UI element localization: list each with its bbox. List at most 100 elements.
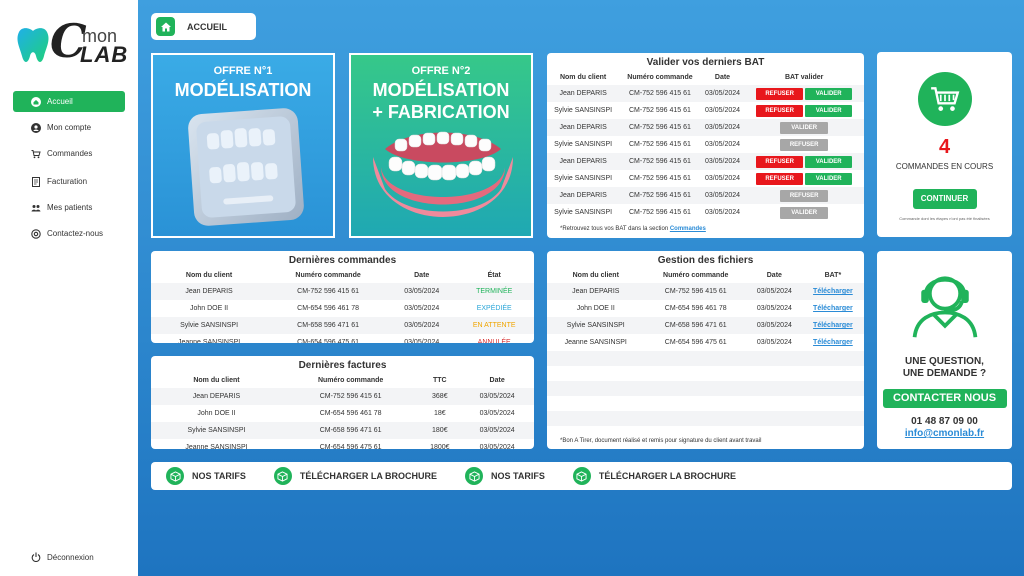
table-cell: CM-654 596 461 78 [297,305,360,312]
download-cell: Télécharger [802,334,864,351]
download-link[interactable]: Télécharger [813,339,853,346]
table-cell: Sylvie SANSINSPI [554,209,613,216]
home-breadcrumb[interactable]: ACCUEIL [151,13,256,40]
table-cell: 03/05/2024 [746,283,802,300]
contact-email[interactable]: info@cmonlab.fr [877,428,1012,439]
bat-note-link[interactable]: Commandes [670,226,706,232]
table-row: Sylvie SANSINSPI CM-752 596 415 61 03/05/2… [547,204,864,221]
box-icon [572,467,591,485]
column-header: BAT valider [784,74,824,81]
download-link[interactable]: Télécharger [813,288,853,295]
table-cell: CM-654 596 475 61 [664,339,727,346]
table-cell: 03/05/2024 [404,339,440,343]
table-cell: CM-752 596 415 61 [644,283,747,300]
table-cell: CM-752 596 415 61 [629,209,691,216]
offer-1-card[interactable]: OFFRE N°1 MODÉLISATION [151,53,335,238]
files-title: Gestion des fichiers [657,255,754,266]
download-link[interactable]: Télécharger [813,305,853,312]
pricing-link[interactable]: NOS TARIFS [166,467,246,485]
table-cell: Jean DEPARIS [547,283,645,300]
status-badge: EXPÉDIÉE [476,305,512,312]
bat-note: *Retrouvez tous vos BAT dans la section … [560,226,706,232]
column-header: Nom du client [185,272,233,279]
brochure-download-link[interactable]: TÉLÉCHARGER LA BROCHURE [572,467,737,485]
refuse-button[interactable]: REFUSER [756,172,804,185]
sidebar-item-mes-patients[interactable]: Mes patients [13,197,125,218]
sidebar-item-facturation[interactable]: Facturation [13,171,125,192]
aligner-illustration-icon [188,108,304,226]
tooth-logo-icon [17,28,49,62]
logout-button[interactable]: Déconnexion [31,552,94,562]
table-cell: CM-752 596 415 61 [619,153,701,170]
table-cell: 03/05/2024 [389,317,455,334]
bat-note-text: *Retrouvez tous vos BAT dans la section [560,226,669,232]
sidebar-item-accueil[interactable]: Accueil [13,91,125,112]
table-cell: 03/05/2024 [404,305,440,312]
download-link[interactable]: Télécharger [813,322,853,329]
denture-illustration-icon [373,131,513,217]
column-header: Nom du client [193,377,240,384]
table-cell: CM-752 596 415 61 [619,187,701,204]
status-badge: EN ATTENTE [454,317,534,334]
refused-badge: REFUSER [780,138,829,151]
column-header: Date [766,272,782,279]
refuse-button[interactable]: REFUSER [756,87,804,100]
table-row: Sylvie SANSINSPI CM-752 596 415 61 03/05/2… [547,170,864,187]
bat-actions-cell: REFUSER [744,136,864,153]
validate-button[interactable]: VALIDER [805,155,853,168]
status-badge: TERMINÉE [454,283,534,300]
contact-us-button[interactable]: CONTACTER NOUS [882,389,1007,408]
table-cell: 18€ [433,410,446,417]
offer-2-card[interactable]: OFFRE N°2 MODÉLISATION + FABRICATION [349,53,533,238]
validate-button[interactable]: VALIDER [805,104,853,117]
sidebar-item-label: Contactez-nous [47,229,104,238]
sidebar-item-mon-compte[interactable]: Mon compte [13,117,125,138]
table-row: John DOE II CM-654 596 461 78 18€ 03/05/202… [151,405,534,422]
refuse-button[interactable]: REFUSER [756,104,804,117]
bat-table: Nom du client Numéro commande Date BAT v… [547,70,864,221]
table-cell: Jean DEPARIS [547,119,620,136]
table-cell: Jeanne SANSINSPI [564,339,627,346]
validate-button[interactable]: VALIDER [805,172,853,185]
sidebar-item-label: Commandes [47,149,93,158]
bat-actions-cell: VALIDER [744,119,864,136]
pricing-link[interactable]: NOS TARIFS [465,467,545,485]
table-cell: 03/05/2024 [704,141,741,148]
box-icon [166,467,184,485]
files-note: *Bon A Tirer, document réalisé et remis … [560,438,762,444]
table-cell: 1800€ [430,444,450,449]
sidebar-item-contactez-nous[interactable]: Contactez-nous [13,223,125,244]
table-cell: John DOE II [197,410,236,417]
table-cell: 03/05/2024 [704,175,741,182]
table-cell: 03/05/2024 [756,305,792,312]
last-orders-card: Dernières commandes Nom du client Numéro… [151,251,534,343]
table-cell: CM-654 596 475 61 [297,339,360,343]
bat-actions-cell: REFUSER [744,187,864,204]
last-orders-title: Dernières commandes [288,255,397,266]
pricing-link-label: NOS TARIFS [192,471,246,481]
table-cell: CM-752 596 415 61 [629,141,691,148]
table-cell: 03/05/2024 [704,209,741,216]
refuse-button[interactable]: REFUSER [756,155,804,168]
table-cell: Jean DEPARIS [547,85,620,102]
support-agent-icon [912,276,977,338]
brochure-download-link[interactable]: TÉLÉCHARGER LA BROCHURE [273,467,437,485]
column-header: BAT* [824,272,842,279]
home-icon [31,96,41,107]
brochure-link-label: TÉLÉCHARGER LA BROCHURE [598,471,737,481]
column-header: Numéro commande [627,74,693,81]
column-header: Date [714,74,731,81]
bat-card: Valider vos derniers BAT Nom du client N… [547,53,864,238]
status-badge: ANNULÉE [477,339,511,343]
bottom-links-bar: NOS TARIFS TÉLÉCHARGER LA BROCHURE NOS T… [151,462,1012,490]
table-cell: Sylvie SANSINSPI [547,317,645,334]
table-cell: CM-654 596 461 78 [664,305,727,312]
sidebar-nav: Accueil Mon compte Commandes Facturation… [13,91,125,249]
table-row: Sylvie SANSINSPI CM-752 596 415 61 03/05/2… [547,136,864,153]
table-cell: 03/05/2024 [704,107,741,114]
sidebar-item-label: Accueil [47,97,73,106]
validate-button[interactable]: VALIDER [805,87,853,100]
continue-button[interactable]: CONTINUER [912,189,977,209]
sidebar-item-commandes[interactable]: Commandes [13,143,125,164]
sidebar-item-label: Mes patients [47,203,93,212]
